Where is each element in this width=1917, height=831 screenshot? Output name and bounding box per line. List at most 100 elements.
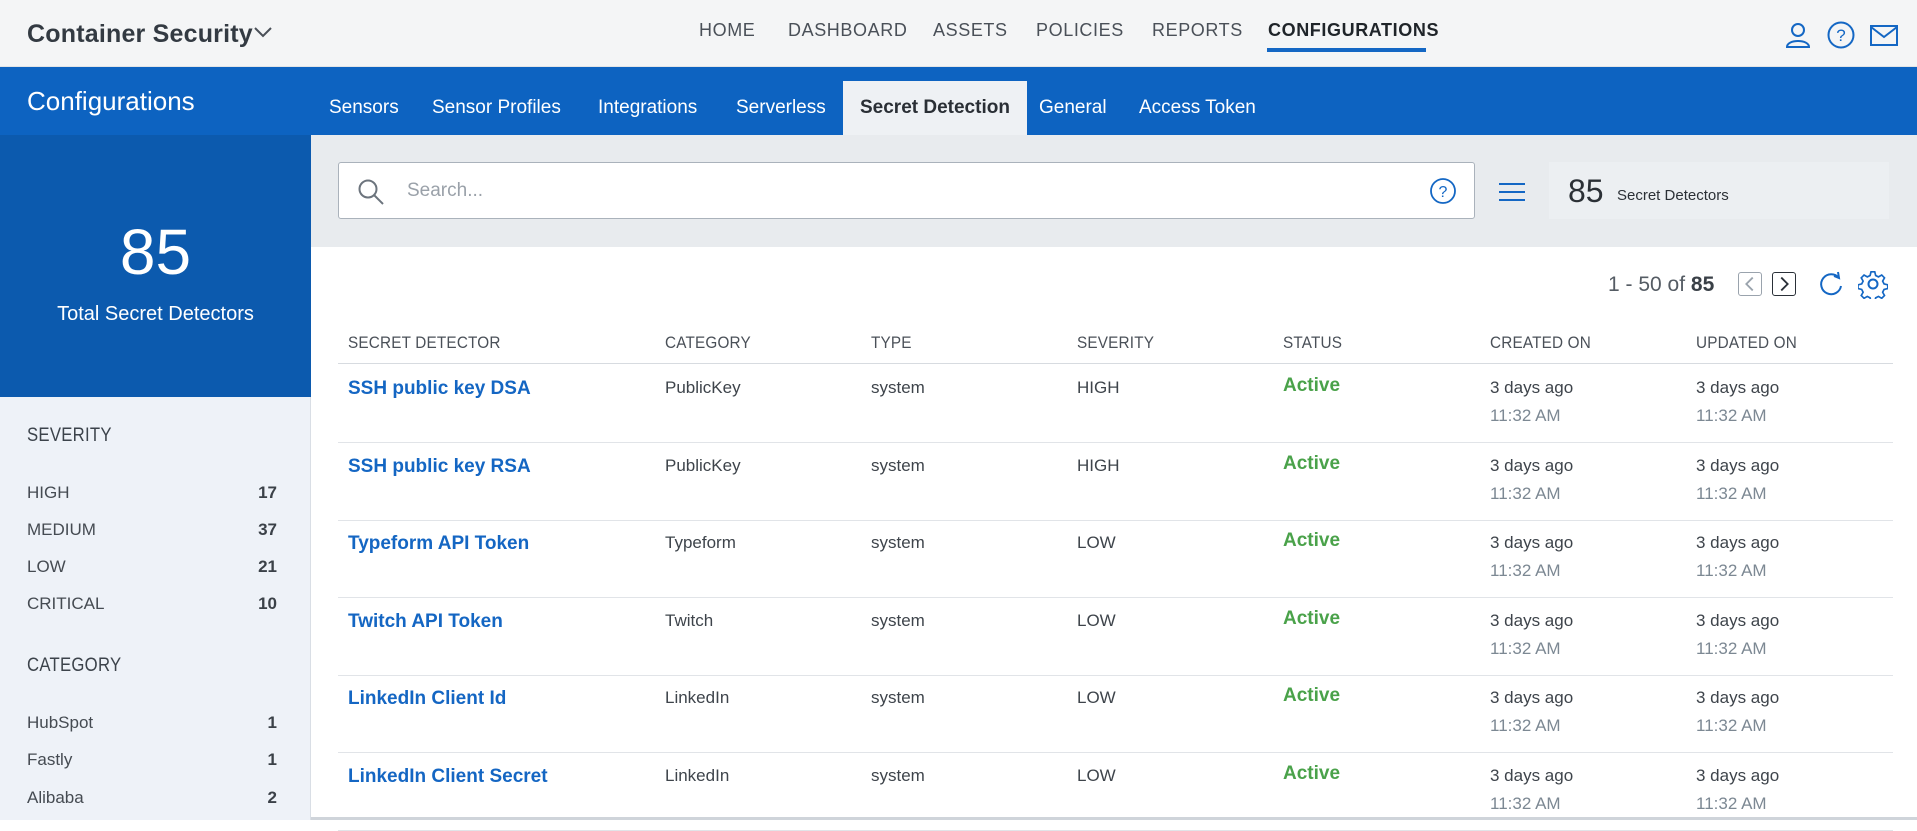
updated-time: 11:32 AM: [1696, 793, 1767, 813]
search-box: ?: [338, 162, 1475, 219]
nav-configurations[interactable]: CONFIGURATIONS: [1268, 20, 1439, 41]
row-divider: [338, 752, 1893, 753]
search-icon: [358, 179, 384, 205]
tab-integrations[interactable]: Integrations: [581, 81, 714, 135]
severity-cell: HIGH: [1077, 378, 1120, 397]
nav-reports[interactable]: REPORTS: [1152, 20, 1243, 41]
pagination-info: 1 - 50 of 85: [1608, 273, 1714, 297]
type-cell: system: [871, 765, 925, 785]
category-cell: PublicKey: [665, 378, 741, 397]
row-divider: [338, 519, 1893, 521]
updated-date: 3 days ago: [1696, 378, 1780, 397]
status-badge: Active: [1283, 375, 1341, 396]
filter-count: 1: [267, 713, 277, 732]
secret-detector-link[interactable]: Typeform API Token: [348, 533, 529, 555]
filter-item-high[interactable]: HIGH 17: [27, 483, 277, 503]
tab-access-token[interactable]: Access Token: [1122, 81, 1273, 135]
secret-detector-link[interactable]: SSH public key RSA: [348, 456, 531, 478]
filter-item-critical[interactable]: CRITICAL 10: [27, 594, 277, 614]
created-date: 3 days ago: [1490, 765, 1574, 785]
menu-icon[interactable]: [1498, 181, 1526, 203]
column-header-severity[interactable]: SEVERITY: [1077, 333, 1154, 353]
type-cell: system: [871, 378, 925, 397]
chevron-right-icon[interactable]: [1772, 272, 1796, 296]
filter-label: MEDIUM: [27, 520, 96, 539]
severity-cell: LOW: [1077, 610, 1116, 630]
refresh-icon[interactable]: [1817, 270, 1845, 298]
category-cell: LinkedIn: [665, 765, 730, 785]
results-label: Secret Detectors: [1617, 187, 1729, 204]
secret-detector-link[interactable]: Twitch API Token: [348, 611, 503, 633]
help-icon[interactable]: ?: [1429, 177, 1457, 205]
pagination-range: 1 - 50 of: [1608, 273, 1686, 296]
created-date: 3 days ago: [1490, 533, 1574, 552]
nav-policies[interactable]: POLICIES: [1036, 20, 1124, 41]
filter-item-fastly[interactable]: Fastly 1: [27, 750, 277, 770]
column-header-secret-detector[interactable]: SECRET DETECTOR: [348, 333, 501, 353]
created-date: 3 days ago: [1490, 610, 1574, 630]
top-navigation: HOME DASHBOARD ASSETS POLICIES REPORTS C…: [0, 0, 1917, 67]
mail-icon[interactable]: [1869, 20, 1899, 50]
filter-label: HubSpot: [27, 713, 94, 732]
filter-item-hubspot[interactable]: HubSpot 1: [27, 713, 277, 733]
svg-text:?: ?: [1439, 184, 1448, 201]
updated-date: 3 days ago: [1696, 533, 1780, 552]
filter-count: 10: [258, 594, 277, 613]
severity-cell: LOW: [1077, 688, 1116, 707]
updated-time: 11:32 AM: [1696, 638, 1767, 658]
column-header-category[interactable]: CATEGORY: [665, 333, 751, 353]
created-time: 11:32 AM: [1490, 561, 1561, 580]
updated-time: 11:32 AM: [1696, 716, 1767, 735]
created-date: 3 days ago: [1490, 455, 1574, 475]
column-header-created-on[interactable]: CREATED ON: [1490, 333, 1591, 353]
status-badge: Active: [1283, 762, 1341, 784]
secret-detector-link[interactable]: LinkedIn Client Id: [348, 688, 506, 710]
filter-count: 2: [267, 788, 277, 807]
filter-label: HIGH: [27, 483, 70, 502]
tab-serverless[interactable]: Serverless: [719, 81, 843, 135]
updated-time: 11:32 AM: [1696, 561, 1767, 580]
row-divider: [338, 597, 1893, 598]
created-time: 11:32 AM: [1490, 638, 1561, 658]
type-cell: system: [871, 610, 925, 630]
header-divider: [338, 363, 1893, 364]
nav-assets[interactable]: ASSETS: [933, 20, 1008, 41]
tab-general[interactable]: General: [1022, 81, 1124, 135]
svg-text:?: ?: [1836, 26, 1845, 45]
created-time: 11:32 AM: [1490, 406, 1561, 425]
secret-detector-link[interactable]: LinkedIn Client Secret: [348, 766, 548, 788]
search-input[interactable]: [407, 175, 1407, 207]
settings-icon[interactable]: [1858, 269, 1888, 299]
type-cell: system: [871, 455, 925, 475]
help-icon[interactable]: ?: [1826, 20, 1856, 50]
secret-detector-link[interactable]: SSH public key DSA: [348, 378, 531, 400]
page-title: Configurations: [27, 86, 195, 116]
row-divider: [338, 442, 1893, 443]
tab-sensor-profiles[interactable]: Sensor Profiles: [415, 81, 578, 135]
nav-home[interactable]: HOME: [699, 20, 755, 41]
user-icon[interactable]: [1783, 20, 1813, 50]
tab-sensors[interactable]: Sensors: [312, 81, 416, 135]
severity-cell: LOW: [1077, 533, 1116, 552]
filter-item-alibaba[interactable]: Alibaba 2: [27, 788, 277, 808]
row-divider: [338, 674, 1893, 676]
filter-item-medium[interactable]: MEDIUM 37: [27, 520, 277, 540]
column-header-type[interactable]: TYPE: [871, 333, 912, 353]
filter-label: CRITICAL: [27, 594, 105, 613]
row-divider: [338, 829, 1893, 831]
created-date: 3 days ago: [1490, 378, 1574, 397]
tab-secret-detection[interactable]: Secret Detection: [843, 81, 1027, 135]
column-header-status[interactable]: STATUS: [1283, 333, 1342, 353]
status-badge: Active: [1283, 452, 1341, 474]
created-time: 11:32 AM: [1490, 793, 1561, 813]
filter-label: Alibaba: [27, 788, 84, 807]
created-time: 11:32 AM: [1490, 716, 1561, 735]
status-badge: Active: [1283, 685, 1341, 706]
column-header-updated-on[interactable]: UPDATED ON: [1696, 333, 1797, 353]
chevron-left-icon[interactable]: [1738, 272, 1762, 296]
nav-dashboard[interactable]: DASHBOARD: [788, 20, 907, 41]
filter-item-low[interactable]: LOW 21: [27, 557, 277, 577]
updated-time: 11:32 AM: [1696, 406, 1767, 425]
category-cell: LinkedIn: [665, 688, 730, 707]
updated-date: 3 days ago: [1696, 765, 1780, 785]
